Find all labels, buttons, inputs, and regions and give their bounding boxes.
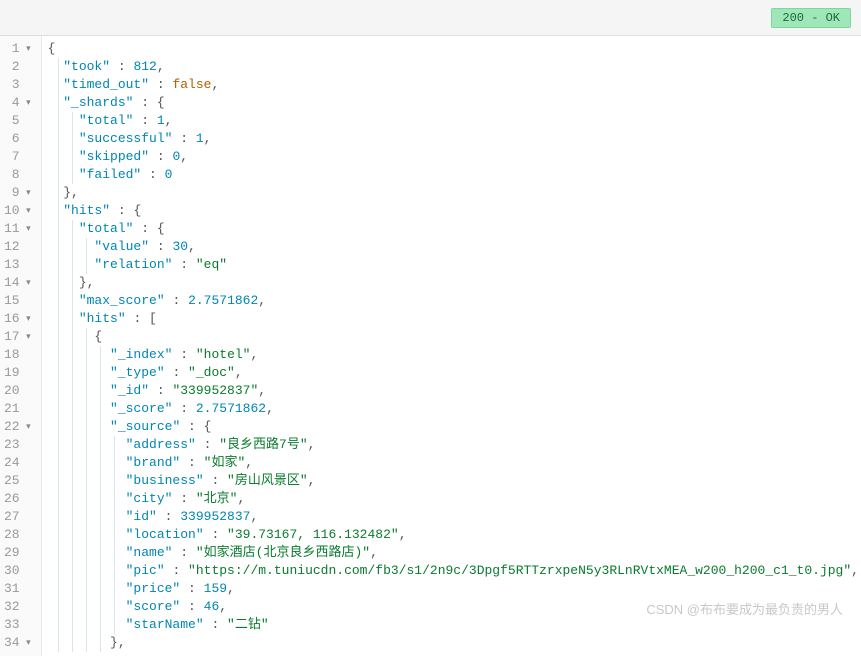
fold-icon[interactable]: ▾	[23, 418, 31, 436]
line-number: 20	[4, 382, 33, 400]
code-line: {	[48, 40, 861, 58]
code-line: "hits" : {	[48, 202, 861, 220]
status-badge: 200 - OK	[771, 8, 851, 28]
line-number: 16▾	[4, 310, 33, 328]
line-number: 29	[4, 544, 33, 562]
fold-icon[interactable]: ▾	[23, 94, 31, 112]
line-number: 30	[4, 562, 33, 580]
line-number: 17▾	[4, 328, 33, 346]
code-line: "_type" : "_doc",	[48, 364, 861, 382]
code-line: },	[48, 274, 861, 292]
line-number: 14▾	[4, 274, 33, 292]
code-line: "value" : 30,	[48, 238, 861, 256]
code-line: "_index" : "hotel",	[48, 346, 861, 364]
line-number: 11▾	[4, 220, 33, 238]
code-line: "pic" : "https://m.tuniucdn.com/fb3/s1/2…	[48, 562, 861, 580]
code-line: "failed" : 0	[48, 166, 861, 184]
code-line: {	[48, 328, 861, 346]
line-number: 22▾	[4, 418, 33, 436]
line-number: 13	[4, 256, 33, 274]
code-line: },	[48, 184, 861, 202]
code-line: "business" : "房山风景区",	[48, 472, 861, 490]
code-line: "took" : 812,	[48, 58, 861, 76]
line-number: 33	[4, 616, 33, 634]
code-line: "city" : "北京",	[48, 490, 861, 508]
fold-icon[interactable]: ▾	[23, 184, 31, 202]
code-line: "brand" : "如家",	[48, 454, 861, 472]
line-number: 18	[4, 346, 33, 364]
line-number: 25	[4, 472, 33, 490]
toolbar: 200 - OK	[0, 0, 861, 36]
code-line: "timed_out" : false,	[48, 76, 861, 94]
code-line: "relation" : "eq"	[48, 256, 861, 274]
code-line: "name" : "如家酒店(北京良乡西路店)",	[48, 544, 861, 562]
line-number: 7	[4, 148, 33, 166]
code-line: "_shards" : {	[48, 94, 861, 112]
code-line: "address" : "良乡西路7号",	[48, 436, 861, 454]
code-line: "id" : 339952837,	[48, 508, 861, 526]
line-number: 4▾	[4, 94, 33, 112]
line-gutter: 1▾234▾56789▾10▾11▾121314▾1516▾17▾1819202…	[0, 36, 42, 656]
code-line: "_score" : 2.7571862,	[48, 400, 861, 418]
line-number: 21	[4, 400, 33, 418]
code-line: "_id" : "339952837",	[48, 382, 861, 400]
code-line: "starName" : "二钻"	[48, 616, 861, 634]
line-number: 34▾	[4, 634, 33, 652]
fold-icon[interactable]: ▾	[23, 310, 31, 328]
code-area[interactable]: { "took" : 812, "timed_out" : false, "_s…	[42, 36, 861, 656]
fold-icon[interactable]: ▾	[23, 202, 31, 220]
code-line: "price" : 159,	[48, 580, 861, 598]
line-number: 12	[4, 238, 33, 256]
line-number: 10▾	[4, 202, 33, 220]
fold-icon[interactable]: ▾	[23, 40, 31, 58]
code-line: "location" : "39.73167, 116.132482",	[48, 526, 861, 544]
fold-icon[interactable]: ▾	[23, 220, 31, 238]
fold-icon[interactable]: ▾	[23, 274, 31, 292]
code-line: "total" : 1,	[48, 112, 861, 130]
code-line: "total" : {	[48, 220, 861, 238]
line-number: 1▾	[4, 40, 33, 58]
fold-icon[interactable]: ▾	[23, 328, 31, 346]
code-line: "successful" : 1,	[48, 130, 861, 148]
code-line: },	[48, 634, 861, 652]
line-number: 26	[4, 490, 33, 508]
line-number: 5	[4, 112, 33, 130]
json-editor: 1▾234▾56789▾10▾11▾121314▾1516▾17▾1819202…	[0, 36, 861, 656]
line-number: 27	[4, 508, 33, 526]
code-line: "hits" : [	[48, 310, 861, 328]
code-line: "_source" : {	[48, 418, 861, 436]
line-number: 28	[4, 526, 33, 544]
code-line: "max_score" : 2.7571862,	[48, 292, 861, 310]
line-number: 15	[4, 292, 33, 310]
code-line: "score" : 46,	[48, 598, 861, 616]
line-number: 9▾	[4, 184, 33, 202]
line-number: 24	[4, 454, 33, 472]
line-number: 3	[4, 76, 33, 94]
line-number: 23	[4, 436, 33, 454]
line-number: 2	[4, 58, 33, 76]
fold-icon[interactable]: ▾	[23, 634, 31, 652]
line-number: 32	[4, 598, 33, 616]
code-line: "skipped" : 0,	[48, 148, 861, 166]
line-number: 31	[4, 580, 33, 598]
line-number: 19	[4, 364, 33, 382]
line-number: 6	[4, 130, 33, 148]
line-number: 8	[4, 166, 33, 184]
